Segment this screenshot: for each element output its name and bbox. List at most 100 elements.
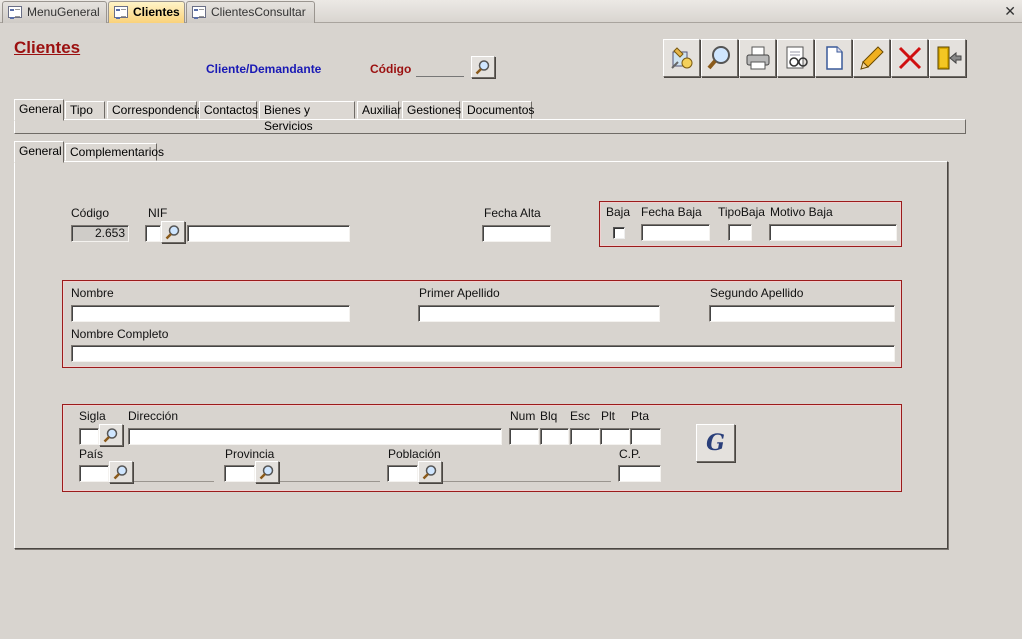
pais-code-field[interactable] [79,465,109,482]
codigo-label: Código [71,206,110,220]
num-label: Num [510,409,536,423]
provincia-code-field[interactable] [224,465,255,482]
baja-checkbox[interactable] [613,227,625,239]
poblacion-code-field[interactable] [387,465,418,482]
primer-apellido-field[interactable] [418,305,660,322]
codigo-field: 2.653 [71,225,129,242]
client-type-label: Cliente/Demandante [206,62,322,76]
toolbar-edit-button[interactable] [853,39,890,77]
fecha-alta-label: Fecha Alta [484,206,541,220]
tab-contactos[interactable]: Contactos [199,101,258,119]
main-tab-page [14,119,966,134]
provincia-label: Provincia [225,447,275,461]
doc-tab-label: ClientesConsultar [211,5,306,19]
blq-field[interactable] [540,428,569,445]
subtab-general[interactable]: General [14,141,64,163]
nif-label: NIF [148,206,168,220]
toolbar-preview-button[interactable] [777,39,814,77]
cp-field[interactable] [618,465,661,482]
pta-field[interactable] [630,428,661,445]
exit-door-icon [937,46,961,70]
pta-label: Pta [631,409,650,423]
direccion-field[interactable] [128,428,502,445]
sigla-field[interactable] [79,428,99,445]
tab-bienes-y-servicios[interactable]: Bienes y Servicios [259,101,355,133]
direccion-label: Dirección [128,409,179,423]
sigla-label: Sigla [79,409,106,423]
header-codigo-field[interactable] [416,63,464,77]
form-title: Clientes [14,38,81,57]
num-field[interactable] [509,428,539,445]
magnifier-icon [706,46,730,70]
sigla-lookup-button[interactable] [99,424,123,446]
doc-tab-clientes[interactable]: Clientes [108,1,185,23]
segundo-apellido-field[interactable] [709,305,895,322]
header-codigo-label: Código [370,62,412,76]
nombre-completo-field[interactable] [71,345,895,362]
magnifier-icon [259,465,274,480]
primer-apellido-label: Primer Apellido [419,286,500,300]
motivo-baja-field[interactable] [769,224,897,241]
tab-gestiones[interactable]: Gestiones [402,101,461,119]
tab-general[interactable]: General [14,99,64,121]
doc-tab-clientesconsultar[interactable]: ClientesConsultar [186,1,315,23]
header-codigo-lookup-button[interactable] [471,56,495,78]
provincia-lookup-button[interactable] [255,461,279,483]
red-x-icon [898,46,921,70]
magnifier-icon [422,465,437,480]
tab-correspondencia[interactable]: Correspondencia [107,101,203,119]
toolbar-search-button[interactable] [701,39,738,77]
toolbar-tools-button[interactable] [663,39,700,77]
magnifier-icon [103,428,118,443]
nif-prefix-field[interactable] [145,225,161,242]
motivo-baja-label: Motivo Baja [770,205,833,219]
pais-lookup-button[interactable] [109,461,133,483]
printer-icon [746,46,769,70]
toolbar-delete-button[interactable] [891,39,928,77]
form-icon [192,6,206,19]
fecha-baja-field[interactable] [641,224,710,241]
esc-label: Esc [570,409,591,423]
tab-documentos[interactable]: Documentos [462,101,534,119]
tab-tipo[interactable]: Tipo [65,101,105,119]
form-icon [8,6,22,19]
pais-name-display [134,466,214,482]
close-document-icon[interactable]: ✕ [1004,3,1016,19]
form-icon [114,6,128,19]
pais-label: País [79,447,104,461]
magnifier-icon [113,465,128,480]
plt-field[interactable] [600,428,630,445]
nif-field[interactable] [187,225,350,242]
fecha-alta-field[interactable] [482,225,551,242]
magnifier-icon [475,60,490,75]
nombre-completo-label: Nombre Completo [71,327,169,341]
toolbar-print-button[interactable] [739,39,776,77]
poblacion-lookup-button[interactable] [418,461,442,483]
doc-tab-menugeneral[interactable]: MenuGeneral [2,1,107,23]
geolocate-button[interactable]: G [696,424,735,462]
provincia-name-display [280,466,380,482]
tipo-baja-label: TipoBaja [718,205,765,219]
pencil-icon [859,46,884,70]
main-tab-strip: General Tipo Correspondencia Contactos B… [14,99,966,133]
sub-tab-strip: General Complementarios [14,141,314,163]
poblacion-name-display [443,466,611,482]
nombre-field[interactable] [71,305,350,322]
blq-label: Blq [540,409,558,423]
subtab-complementarios[interactable]: Complementarios [65,143,164,161]
tools-icon [670,47,692,69]
nif-lookup-button[interactable] [161,221,185,243]
fecha-baja-label: Fecha Baja [641,205,702,219]
tab-auxiliar[interactable]: Auxiliar [357,101,401,119]
tipo-baja-field[interactable] [728,224,752,241]
segundo-apellido-label: Segundo Apellido [710,286,804,300]
doc-tab-label: MenuGeneral [27,5,100,19]
poblacion-label: Población [388,447,441,461]
toolbar-new-button[interactable] [815,39,852,77]
esc-field[interactable] [570,428,600,445]
toolbar-exit-button[interactable] [929,39,966,77]
plt-label: Plt [601,409,616,423]
new-document-icon [825,46,843,70]
magnifier-icon [165,225,180,240]
document-tab-bar: MenuGeneral Clientes ClientesConsultar ✕ [0,0,1022,23]
